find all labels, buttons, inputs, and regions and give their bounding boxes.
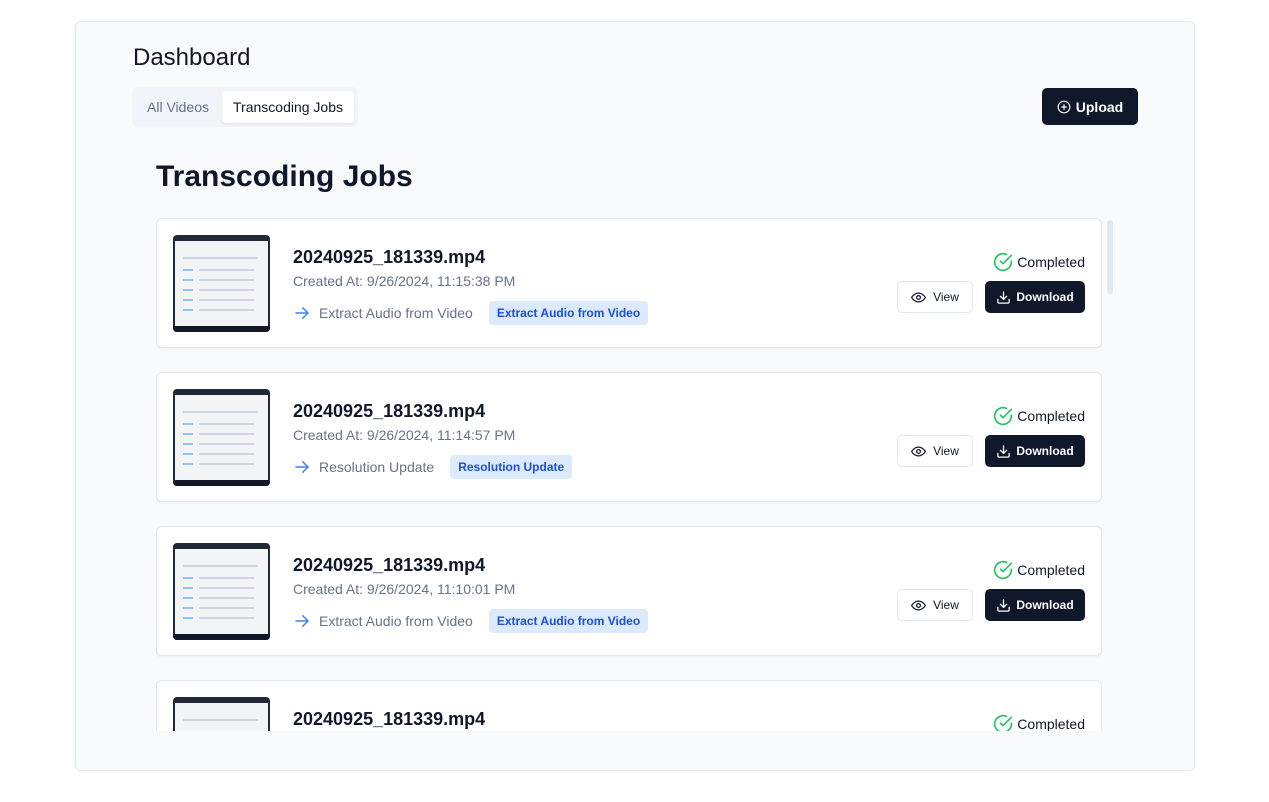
download-label: Download [1016, 290, 1074, 304]
job-file-name: 20240925_181339.mp4 [293, 401, 486, 421]
job-type-label: Extract Audio from Video [319, 613, 473, 629]
eye-icon [911, 599, 927, 611]
status-label: Completed [1017, 716, 1085, 731]
upload-label: Upload [1075, 98, 1124, 115]
job-file-name: 20240925_181339.mp4 [293, 709, 486, 729]
section-title: Transcoding Jobs [156, 160, 413, 193]
view-label: View [933, 290, 959, 304]
job-type: Extract Audio from Video Extract Audio f… [293, 609, 649, 633]
job-type-label: Extract Audio from Video [319, 305, 473, 321]
view-button[interactable]: View [897, 589, 973, 621]
job-file-name: 20240925_181339.mp4 [293, 555, 486, 575]
job-type-badge: Extract Audio from Video [488, 609, 649, 633]
view-button[interactable]: View [897, 435, 973, 467]
status-badge: Completed [993, 560, 1085, 580]
tab-all-videos[interactable]: All Videos [136, 91, 220, 123]
job-file-name: 20240925_181339.mp4 [293, 247, 486, 267]
arrow-right-icon [295, 307, 309, 319]
jobs-scrollbar[interactable] [1107, 220, 1113, 294]
video-thumbnail [173, 543, 270, 640]
job-type: Extract Audio from Video Extract Audio f… [293, 301, 649, 325]
status-label: Completed [1017, 408, 1085, 424]
job-card: 20240925_181339.mp4 Created At: 9/26/202… [156, 526, 1102, 656]
view-button[interactable]: View [897, 281, 973, 313]
eye-icon [911, 291, 927, 303]
video-thumbnail [173, 697, 270, 731]
status-label: Completed [1017, 562, 1085, 578]
job-created-at: Created At: 9/26/2024, 11:15:38 PM [293, 273, 516, 289]
jobs-list[interactable]: 20240925_181339.mp4 Created At: 9/26/202… [156, 218, 1102, 731]
job-created-at: Created At: 9/26/2024, 11:14:57 PM [293, 427, 516, 443]
download-icon [997, 290, 1011, 304]
job-type-badge: Resolution Update [450, 455, 573, 479]
download-label: Download [1016, 444, 1074, 458]
job-card: 20240925_181339.mp4 Created At: 9/26/202… [156, 372, 1102, 502]
view-label: View [933, 598, 959, 612]
page-title: Dashboard [133, 44, 251, 71]
status-badge: Completed [993, 714, 1085, 731]
check-circle-icon [994, 252, 1013, 272]
tab-transcoding-jobs[interactable]: Transcoding Jobs [222, 91, 354, 123]
view-label: View [933, 444, 959, 458]
check-circle-icon [994, 714, 1013, 731]
job-type: Resolution Update Resolution Update [293, 455, 573, 479]
dashboard-panel: Dashboard All Videos Transcoding Jobs Up… [75, 21, 1195, 771]
job-created-at: Created At: 9/26/2024, 11:10:01 PM [293, 581, 516, 597]
check-circle-icon [994, 406, 1013, 426]
status-badge: Completed [993, 252, 1085, 272]
download-button[interactable]: Download [985, 435, 1085, 467]
download-button[interactable]: Download [985, 589, 1085, 621]
eye-icon [911, 445, 927, 457]
arrow-right-icon [295, 615, 309, 627]
job-card: 20240925_181339.mp4 Created At: 9/26/202… [156, 218, 1102, 348]
plus-circle-icon [1057, 100, 1071, 113]
video-thumbnail [173, 389, 270, 486]
tab-list: All Videos Transcoding Jobs [132, 87, 358, 127]
arrow-right-icon [295, 461, 309, 473]
download-icon [997, 598, 1011, 612]
check-circle-icon [994, 560, 1013, 580]
download-label: Download [1016, 598, 1074, 612]
download-icon [997, 444, 1011, 458]
video-thumbnail [173, 235, 270, 332]
status-badge: Completed [993, 406, 1085, 426]
status-label: Completed [1017, 254, 1085, 270]
job-card: 20240925_181339.mp4 Completed [156, 680, 1102, 731]
job-type-badge: Extract Audio from Video [488, 301, 649, 325]
download-button[interactable]: Download [985, 281, 1085, 313]
upload-button[interactable]: Upload [1042, 88, 1138, 125]
job-type-label: Resolution Update [319, 459, 435, 475]
